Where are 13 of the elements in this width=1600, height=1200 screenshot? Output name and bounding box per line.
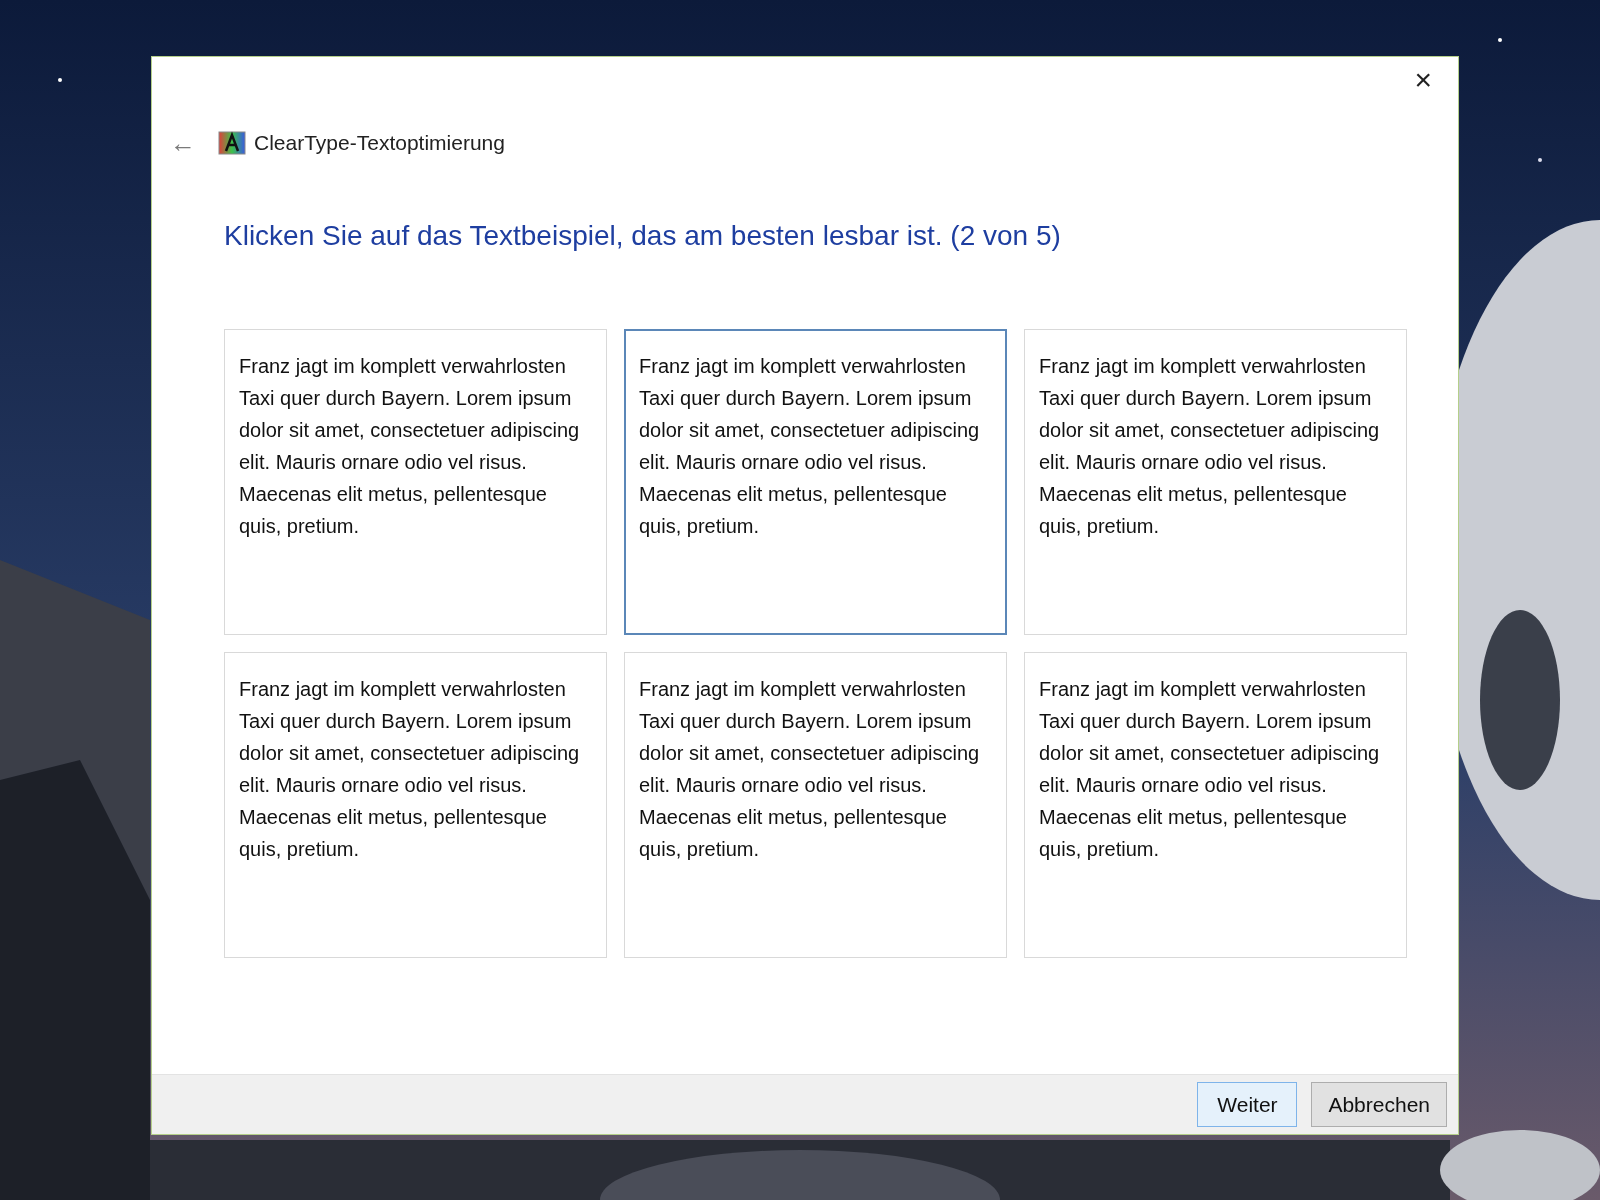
text-sample[interactable]: Franz jagt im komplett verwahrlosten Taxi quer durch Bayern. Lorem ipsum dolor sit amet, consectetuer adipiscing elit. Mauris ornare odio vel risus. Maecenas elit metus, pellentesque quis, pretium. (624, 328, 1007, 635)
back-button[interactable]: ← (168, 129, 198, 156)
text-sample[interactable]: Franz jagt im komplett verwahrlosten Taxi quer durch Bayern. Lorem ipsum dolor sit amet, consectetuer adipiscing elit. Mauris ornare odio vel risus. Maecenas elit metus, pellentesque quis, pretium. (1024, 651, 1407, 958)
instruction-heading: Klicken Sie auf das Textbeispiel, das am besten lesbar ist. (2 von 5) (224, 218, 1062, 253)
text-sample[interactable]: Franz jagt im komplett verwahrlosten Taxi quer durch Bayern. Lorem ipsum dolor sit amet, consectetuer adipiscing elit. Mauris ornare odio vel risus. Maecenas elit metus, pellentesque quis, pretium. (1024, 328, 1407, 635)
cancel-button[interactable]: Abbrechen (1311, 1081, 1447, 1128)
next-button[interactable]: Weiter (1197, 1081, 1298, 1128)
window-title: ClearType-Textoptimierung (254, 130, 505, 156)
cleartype-icon (218, 130, 246, 155)
close-button[interactable]: × (1406, 61, 1440, 99)
text-sample[interactable]: Franz jagt im komplett verwahrlosten Taxi quer durch Bayern. Lorem ipsum dolor sit amet, consectetuer adipiscing elit. Mauris ornare odio vel risus. Maecenas elit metus, pellentesque quis, pretium. (624, 651, 1007, 958)
text-sample[interactable]: Franz jagt im komplett verwahrlosten Taxi quer durch Bayern. Lorem ipsum dolor sit amet, consectetuer adipiscing elit. Mauris ornare odio vel risus. Maecenas elit metus, pellentesque quis, pretium. (224, 328, 607, 635)
text-sample[interactable]: Franz jagt im komplett verwahrlosten Taxi quer durch Bayern. Lorem ipsum dolor sit amet, consectetuer adipiscing elit. Mauris ornare odio vel risus. Maecenas elit metus, pellentesque quis, pretium. (224, 651, 607, 958)
